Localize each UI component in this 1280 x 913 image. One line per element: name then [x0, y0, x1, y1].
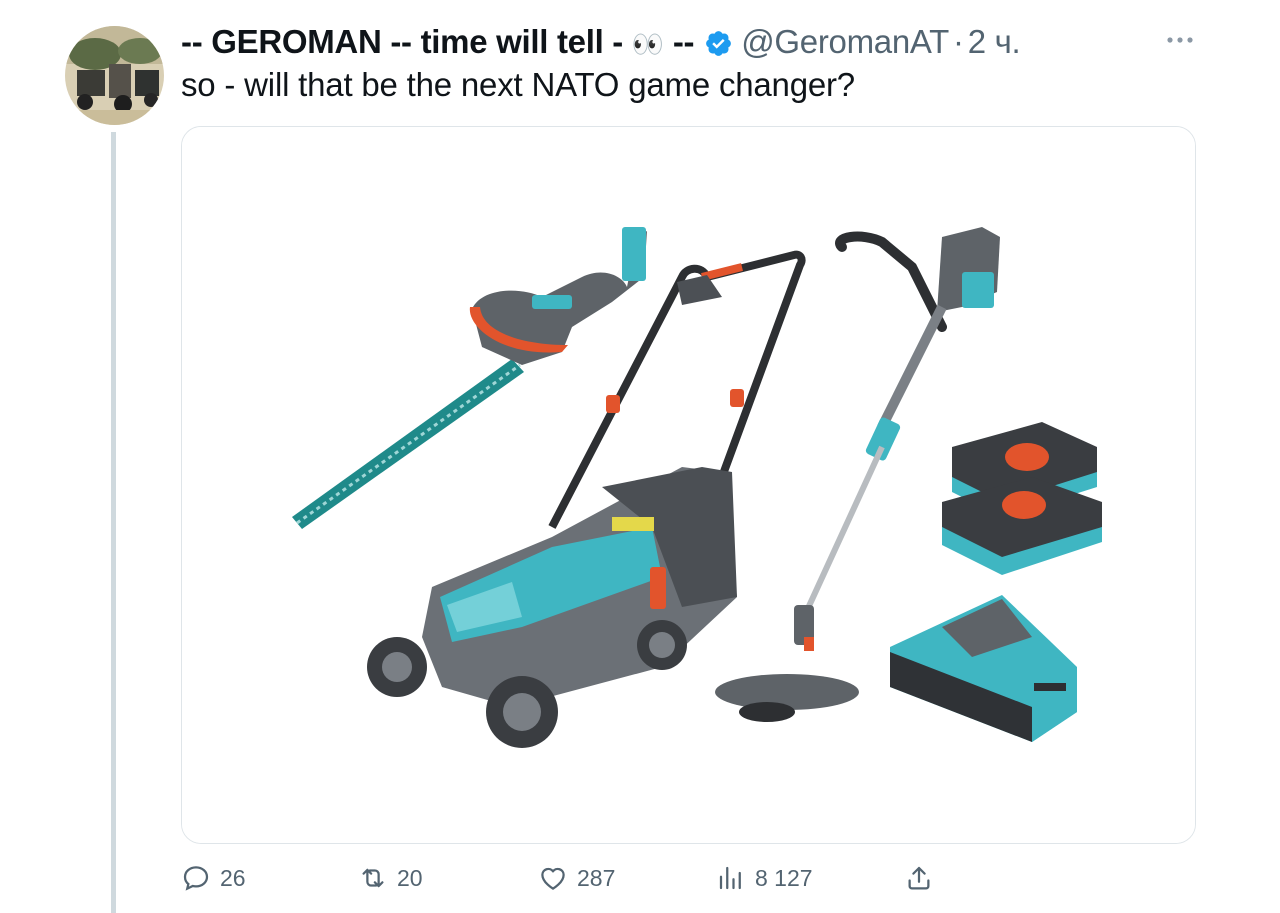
avatar[interactable] [65, 26, 164, 125]
tweet-media-image[interactable] [181, 126, 1196, 844]
reply-count: 26 [220, 864, 246, 891]
share-icon [904, 863, 934, 893]
display-name[interactable]: -- GEROMAN -- time will tell - 👀 -- [181, 23, 695, 61]
reply-icon [181, 863, 211, 893]
reply-button[interactable]: 26 [181, 858, 246, 898]
verified-badge-icon[interactable] [704, 28, 733, 57]
views-icon [716, 863, 746, 893]
timestamp[interactable]: 2 ч. [968, 23, 1021, 61]
retweet-count: 20 [397, 864, 423, 891]
like-count: 287 [577, 864, 616, 891]
like-button[interactable]: 287 [538, 858, 615, 898]
eyes-emoji: 👀 [631, 29, 664, 59]
handle[interactable]: @GeromanAT [741, 23, 949, 61]
tweet-header: -- GEROMAN -- time will tell - 👀 -- @Ger… [181, 20, 1021, 64]
more-icon[interactable] [1166, 30, 1194, 50]
retweet-button[interactable]: 20 [358, 858, 423, 898]
separator: · [953, 23, 964, 60]
thread-line [111, 132, 116, 913]
share-button[interactable] [904, 858, 934, 898]
tweet-text: so - will that be the next NATO game cha… [181, 66, 855, 103]
like-icon [538, 863, 568, 893]
tweet-action-bar: 26 20 287 8 127 [0, 858, 1280, 898]
views-button[interactable]: 8 127 [716, 858, 813, 898]
retweet-icon [358, 863, 388, 893]
views-count: 8 127 [755, 864, 813, 891]
